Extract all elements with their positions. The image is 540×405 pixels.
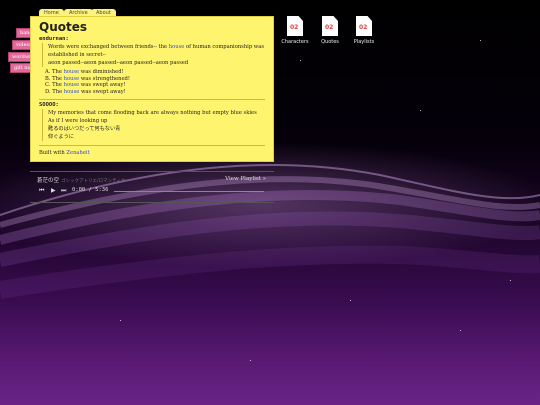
music-player: 蒼茫の空 ゴシックアトリエ/ロマンティク View Playlist » ⏮ ▶ … — [30, 171, 274, 203]
song-artist: ゴシックアトリエ/ロマンティク — [61, 179, 126, 184]
song-title: 蒼茫の空 ゴシックアトリエ/ロマンティク — [37, 176, 125, 184]
quote-line: 仰ぐように — [48, 134, 74, 140]
icon-label: Playlists — [353, 39, 375, 45]
keyword-link[interactable]: house — [64, 89, 80, 95]
document-icon: 02 — [356, 16, 372, 36]
quote-text: Words were exchanged between friends-- t… — [48, 44, 169, 50]
quote-line: My memories that come flooding back are … — [48, 110, 257, 116]
answer-list: A. The house was diminished! B. The hous… — [39, 69, 265, 95]
list-item: D. The house was swept away! — [45, 88, 126, 95]
quote-line: aeon passed--aeon passed--aeon passed--a… — [48, 60, 189, 66]
desktop-icon-playlists[interactable]: 02 Playlists — [347, 16, 381, 45]
document-icon: 02 — [322, 16, 338, 36]
progress-bar[interactable] — [114, 191, 264, 192]
prev-icon[interactable]: ⏮ — [39, 187, 44, 195]
time-readout: 0:00 / 5:36 — [72, 187, 109, 193]
keyword-link[interactable]: house — [169, 44, 185, 50]
quote-speaker: SOOOO: — [39, 102, 59, 108]
post-panel: Quotes endurnan: Words were exchanged be… — [30, 16, 274, 162]
next-icon[interactable]: ⏭ — [61, 187, 66, 195]
footer: Built with Zenaheit — [39, 150, 265, 156]
footer-link[interactable]: Zenaheit — [66, 150, 89, 156]
quote-line: As if I were looking up — [48, 118, 108, 124]
quote-line: 甦るのはいつだって何もない青 — [48, 126, 121, 132]
document-icon: 02 — [287, 16, 303, 36]
divider — [39, 145, 265, 146]
divider — [39, 99, 265, 100]
quote-speaker: endurnan: — [39, 36, 69, 42]
keyword-link[interactable]: house — [64, 69, 80, 75]
quote-block: Words were exchanged between friends-- t… — [42, 43, 265, 67]
desktop-icon-quotes[interactable]: 02 Quotes — [313, 16, 347, 45]
keyword-link[interactable]: house — [64, 82, 80, 88]
desktop-icon-characters[interactable]: 02 Characters — [278, 16, 312, 45]
icon-label: Characters — [281, 39, 309, 45]
icon-label: Quotes — [321, 39, 339, 45]
footer-text: Built with — [39, 150, 67, 156]
view-playlist-link[interactable]: View Playlist » — [225, 176, 266, 182]
quote-block: My memories that come flooding back are … — [42, 109, 265, 141]
play-icon[interactable]: ▶ — [51, 187, 56, 194]
post-title: Quotes — [39, 20, 88, 34]
keyword-link[interactable]: house — [64, 76, 80, 82]
quote-line: Words were exchanged between friends-- t… — [48, 43, 265, 59]
song-name: 蒼茫の空 — [37, 178, 60, 184]
